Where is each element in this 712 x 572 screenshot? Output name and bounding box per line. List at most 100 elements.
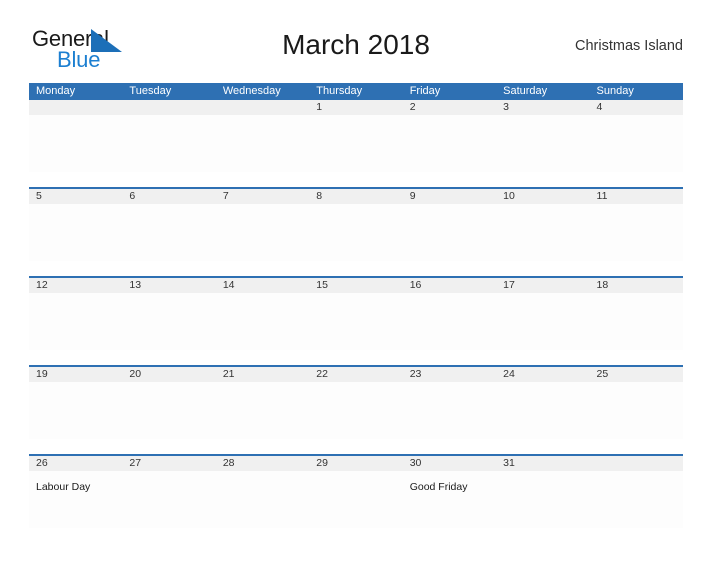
day-cell-body[interactable] — [496, 382, 590, 454]
day-cell[interactable]: 13 — [122, 278, 215, 293]
day-number: 2 — [409, 101, 416, 113]
day-number: 12 — [36, 279, 48, 291]
day-number — [590, 456, 683, 471]
day-cell-body[interactable] — [309, 115, 403, 187]
day-cell-body[interactable] — [309, 293, 403, 365]
day-cell-body[interactable] — [215, 204, 310, 276]
day-cell[interactable]: 16 — [403, 278, 496, 293]
day-cell-body[interactable] — [402, 115, 497, 187]
day-cell[interactable]: 23 — [403, 367, 496, 382]
day-cell[interactable]: 31 — [496, 456, 589, 471]
day-cell-body[interactable] — [589, 293, 683, 365]
day-number: 23 — [409, 368, 422, 380]
day-number — [122, 100, 215, 115]
day-cell[interactable]: 29 — [309, 456, 402, 471]
day-cell[interactable] — [216, 100, 309, 115]
day-cell[interactable]: 26 — [29, 456, 122, 471]
day-cell-body[interactable] — [589, 115, 683, 187]
day-cell-body[interactable] — [29, 293, 123, 365]
weekday-header-tuesday: Tuesday — [129, 85, 172, 97]
day-cell[interactable]: 17 — [496, 278, 589, 293]
day-number: 14 — [222, 279, 235, 291]
week-event-row: Labour Day Good Friday — [29, 471, 683, 543]
day-cell-body[interactable] — [309, 204, 403, 276]
week-date-band: 5 6 7 8 9 10 11 — [29, 189, 683, 204]
day-cell[interactable]: 14 — [216, 278, 309, 293]
day-cell[interactable]: 22 — [309, 367, 402, 382]
day-cell[interactable]: 20 — [122, 367, 215, 382]
day-cell-body[interactable] — [496, 115, 590, 187]
day-number: 9 — [409, 190, 416, 202]
day-number: 18 — [596, 279, 609, 291]
day-cell[interactable]: 8 — [309, 189, 402, 204]
day-cell[interactable]: 1 — [309, 100, 402, 115]
day-cell[interactable]: 7 — [216, 189, 309, 204]
weekday-header-wednesday: Wednesday — [222, 85, 281, 97]
day-cell[interactable]: 5 — [29, 189, 122, 204]
day-number: 19 — [36, 368, 48, 380]
day-cell[interactable]: 28 — [216, 456, 309, 471]
day-cell[interactable]: 4 — [590, 100, 683, 115]
day-cell-body[interactable] — [215, 382, 310, 454]
day-number: 13 — [129, 279, 142, 291]
day-cell-body[interactable] — [496, 204, 590, 276]
day-cell[interactable]: 19 — [29, 367, 122, 382]
day-cell[interactable] — [590, 456, 683, 471]
week-row: 1 2 3 4 — [29, 100, 683, 187]
day-cell[interactable] — [122, 100, 215, 115]
day-cell-body[interactable] — [496, 293, 590, 365]
day-cell[interactable]: 25 — [590, 367, 683, 382]
day-cell[interactable]: 18 — [590, 278, 683, 293]
day-number — [216, 100, 309, 115]
day-number: 20 — [129, 368, 142, 380]
day-cell[interactable]: 12 — [29, 278, 122, 293]
day-cell[interactable]: 11 — [590, 189, 683, 204]
day-cell-body[interactable] — [215, 471, 310, 543]
day-cell[interactable]: 30 — [403, 456, 496, 471]
weekday-header-sunday: Sunday — [596, 85, 634, 97]
day-cell-body[interactable] — [589, 471, 683, 543]
day-number: 1 — [316, 101, 323, 113]
day-cell-body[interactable] — [309, 471, 403, 543]
day-cell-body[interactable] — [589, 204, 683, 276]
day-cell-body[interactable] — [215, 293, 310, 365]
day-cell-body[interactable] — [122, 293, 216, 365]
day-cell-body[interactable] — [29, 204, 123, 276]
day-cell[interactable]: 9 — [403, 189, 496, 204]
day-cell-body[interactable] — [496, 471, 590, 543]
day-cell[interactable]: 6 — [122, 189, 215, 204]
week-event-row — [29, 293, 683, 365]
day-cell[interactable]: 24 — [496, 367, 589, 382]
day-cell-body[interactable] — [402, 382, 497, 454]
day-number: 8 — [316, 190, 323, 202]
day-cell-body[interactable] — [309, 382, 403, 454]
day-cell-body[interactable] — [402, 293, 497, 365]
day-cell[interactable]: 2 — [403, 100, 496, 115]
day-cell[interactable]: 10 — [496, 189, 589, 204]
week-date-band: 1 2 3 4 — [29, 100, 683, 115]
day-cell-body[interactable] — [122, 382, 216, 454]
day-cell[interactable]: 3 — [496, 100, 589, 115]
day-cell-body[interactable] — [402, 204, 497, 276]
day-cell-body[interactable]: Labour Day — [29, 471, 123, 543]
day-cell-body[interactable]: Good Friday — [402, 471, 497, 543]
day-cell-body[interactable] — [122, 115, 216, 187]
event-label: Labour Day — [36, 481, 91, 493]
day-number: 27 — [129, 457, 142, 469]
week-row: 26 27 28 29 30 31 Labour Day Good Friday — [29, 454, 683, 543]
day-cell-body[interactable] — [29, 382, 123, 454]
day-cell[interactable]: 27 — [122, 456, 215, 471]
day-number: 7 — [222, 190, 229, 202]
day-cell-body[interactable] — [29, 115, 123, 187]
day-cell-body[interactable] — [122, 471, 216, 543]
day-number: 6 — [129, 190, 136, 202]
day-cell-body[interactable] — [589, 382, 683, 454]
day-cell[interactable]: 15 — [309, 278, 402, 293]
day-cell-body[interactable] — [215, 115, 310, 187]
day-cell[interactable]: 21 — [216, 367, 309, 382]
day-cell-body[interactable] — [122, 204, 216, 276]
day-number: 4 — [596, 101, 603, 113]
day-cell[interactable] — [29, 100, 122, 115]
day-number: 25 — [596, 368, 609, 380]
day-number — [29, 100, 122, 115]
